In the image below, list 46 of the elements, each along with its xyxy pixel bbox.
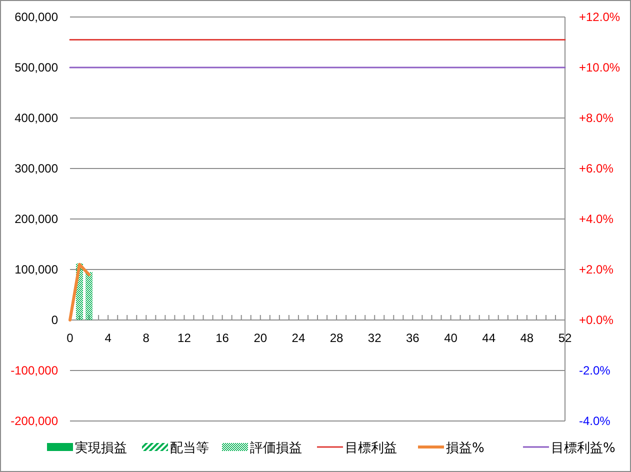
axis-label: +0.0%	[579, 313, 614, 327]
axis-label: 12	[178, 331, 191, 345]
axis-label: 500,000	[14, 60, 58, 74]
axis-label: +10.0%	[579, 60, 620, 74]
line-series	[68, 262, 90, 322]
axis-label: 16	[216, 331, 229, 345]
axis-label: 100,000	[14, 262, 58, 276]
axis-label: -200,000	[10, 414, 58, 428]
axis-label: 32	[368, 331, 382, 345]
legend-label: 目標利益	[345, 441, 397, 456]
legend-line-icon	[523, 446, 549, 448]
legend-label: 評価損益	[250, 441, 302, 456]
legend-line-icon	[418, 446, 444, 448]
axis-label: +6.0%	[579, 162, 614, 176]
axis-label: 600,000	[14, 10, 58, 24]
legend-label: 目標利益%	[551, 441, 616, 456]
axis-label: 44	[482, 331, 496, 345]
axis-label: 24	[292, 331, 306, 345]
legend-line-icon	[317, 446, 343, 448]
axis-label: 36	[406, 331, 420, 345]
axis-label: 400,000	[14, 111, 58, 125]
axis-label: 28	[330, 331, 344, 345]
axis-label: 200,000	[14, 212, 58, 226]
axis-label: 40	[444, 331, 458, 345]
axis-label: -2.0%	[579, 364, 610, 378]
axis-label: 48	[520, 331, 534, 345]
bar	[86, 272, 93, 320]
axis-label: 20	[254, 331, 268, 345]
axis-label: 4	[104, 331, 112, 345]
legend-swatch-icon	[47, 443, 73, 451]
axis-label: 52	[558, 331, 572, 345]
axis-label: 8	[142, 331, 150, 345]
axis-label: -4.0%	[579, 414, 610, 428]
axis-label: +12.0%	[579, 10, 620, 24]
legend-label: 損益%	[446, 441, 484, 456]
legend-label: 配当等	[170, 441, 209, 456]
axis-label: 0	[66, 331, 74, 345]
axis-label: 0	[51, 313, 58, 327]
legend-label: 実現損益	[75, 441, 127, 456]
axis-label: +2.0%	[579, 262, 614, 276]
axis-label: -100,000	[10, 364, 58, 378]
axis-label: 300,000	[14, 162, 58, 176]
axis-label: +8.0%	[579, 111, 614, 125]
axis-label: +4.0%	[579, 212, 614, 226]
legend-swatch-icon	[222, 443, 248, 451]
legend-swatch-icon	[142, 443, 168, 451]
